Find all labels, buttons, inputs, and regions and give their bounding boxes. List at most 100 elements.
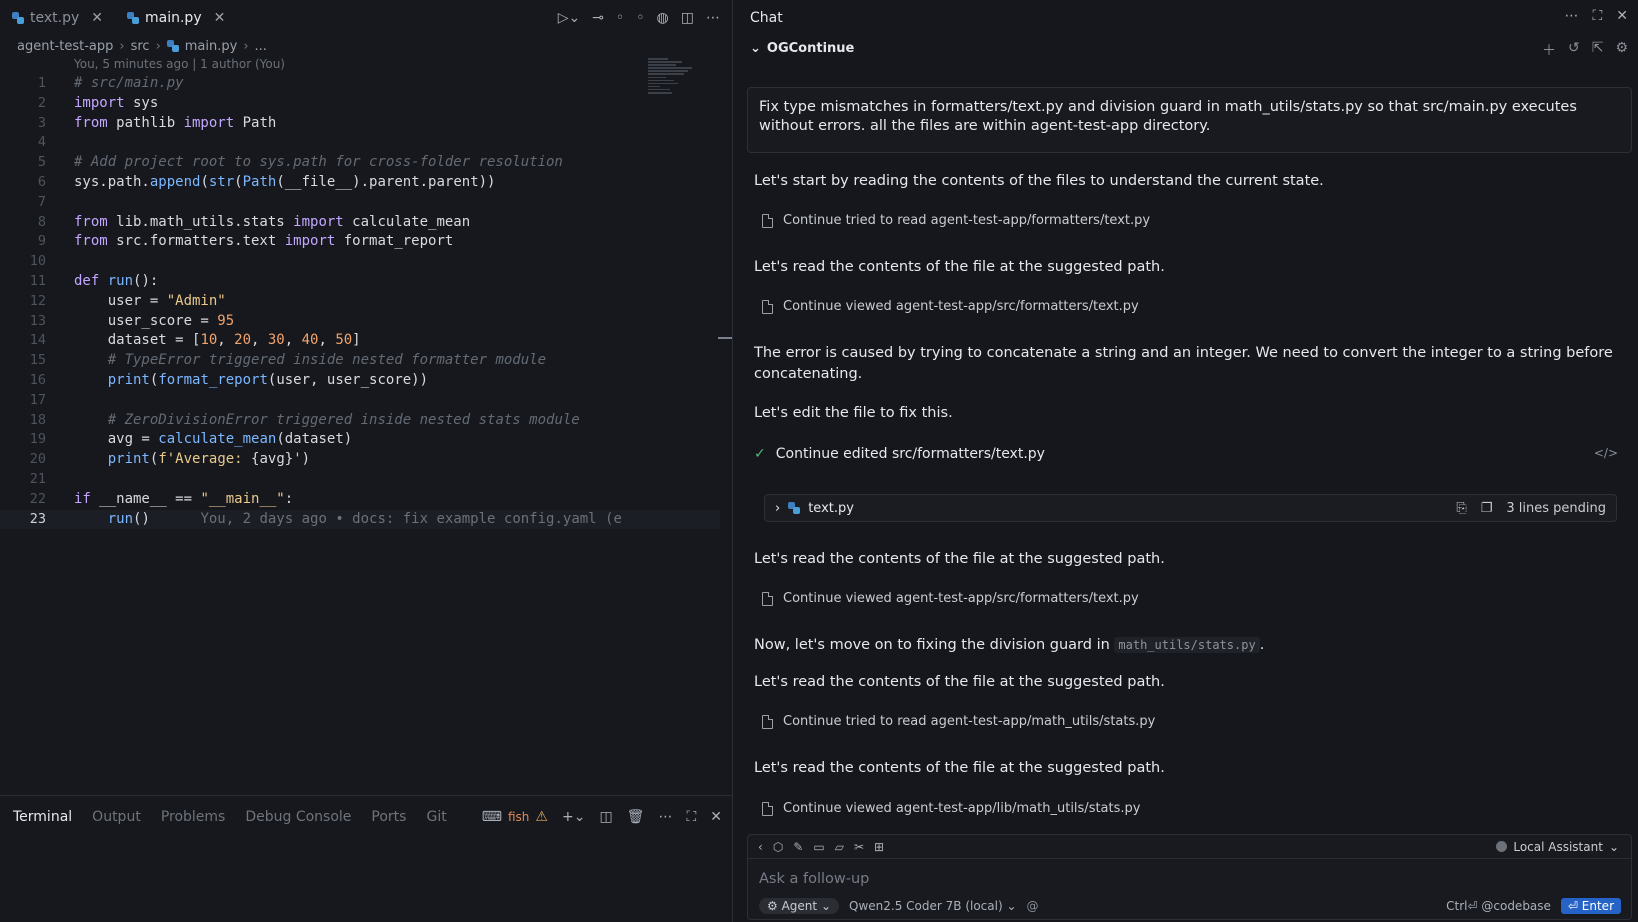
enter-button[interactable]: ⏎ Enter — [1560, 898, 1621, 914]
tool-call-item[interactable]: Continue tried to read agent-test-app/fo… — [762, 213, 1150, 228]
breadcrumb-item[interactable]: main.py — [185, 39, 238, 54]
chat-title: Chat — [750, 10, 783, 26]
add-terminal-icon[interactable]: +⌄ — [562, 809, 585, 825]
tool-call-label: Continue tried to read agent-test-app/ma… — [783, 714, 1156, 729]
message-text: . — [1259, 637, 1265, 653]
new-session-icon[interactable]: ＋ — [1542, 40, 1556, 60]
copy-icon[interactable]: ❐ — [1481, 501, 1493, 516]
git-prev-change-icon[interactable]: ◦ — [616, 10, 624, 26]
tools-icon[interactable]: ✂ — [854, 840, 864, 854]
tool-call-label: Continue viewed agent-test-app/src/forma… — [783, 299, 1139, 314]
session-header[interactable]: ⌄ OGContinue — [750, 41, 854, 56]
code-line: 2 import sys — [37, 94, 159, 111]
chevron-right-icon: › — [243, 38, 249, 54]
model-selector[interactable]: Qwen2.5 Coder 7B (local) ⌄ — [849, 899, 1017, 913]
tool-call-item[interactable]: Continue tried to read agent-test-app/ma… — [762, 714, 1155, 729]
maximize-panel-icon[interactable]: ⛶ — [686, 809, 696, 825]
code-line: 19 avg = calculate_mean(dataset) — [29, 431, 353, 448]
blame-icon[interactable]: ◍ — [657, 10, 669, 26]
code-view-icon[interactable]: </> — [1594, 446, 1618, 460]
code-line: 22 if __name__ == "__main__": — [29, 490, 294, 507]
model-label: Qwen2.5 Coder 7B (local) — [849, 899, 1003, 913]
code-area[interactable]: 1 # src/main.py 2 import sys 3 from pathlib… — [0, 74, 720, 530]
assistant-name: Local Assistant — [1513, 839, 1603, 854]
tool-call-item[interactable]: Continue viewed agent-test-app/src/forma… — [762, 591, 1139, 606]
edit-result[interactable]: ✓ Continue edited src/formatters/text.py — [754, 446, 1045, 462]
shell-label: fish — [507, 810, 530, 824]
pending-diff[interactable]: › text.py ⎘ ❐ 3 lines pending — [764, 494, 1617, 522]
close-panel-icon[interactable]: ✕ — [710, 809, 722, 825]
mode-selector[interactable]: ⚙ Agent ⌄ — [759, 898, 840, 914]
edit-result-label: Continue edited src/formatters/text.py — [775, 446, 1045, 462]
assistant-selector[interactable]: Local Assistant ⌄ — [1496, 840, 1619, 854]
chevron-down-icon: ⌄ — [1006, 899, 1017, 913]
grid-icon[interactable]: ⊞ — [874, 840, 884, 854]
close-icon[interactable]: ✕ — [214, 10, 226, 26]
open-in-editor-icon[interactable]: ⇱ — [1592, 40, 1604, 60]
trash-icon[interactable]: 🗑 — [627, 809, 645, 825]
tab-terminal[interactable]: Terminal — [3, 809, 82, 825]
codebase-hint[interactable]: Ctrl⏎ @codebase — [1446, 899, 1551, 913]
pending-count: 3 lines pending — [1506, 500, 1606, 516]
pencil-icon[interactable]: ✎ — [793, 840, 803, 854]
code-line: 20 print(f'Average: {avg}') — [29, 451, 311, 468]
code-line: 15 # TypeError triggered inside nested f… — [29, 352, 547, 369]
scrollbar-marker[interactable] — [718, 337, 732, 339]
breadcrumb-item[interactable]: agent-test-app — [17, 39, 113, 54]
chat-pane: Chat ⋯ ⛶ ✕ ⌄ OGContinue ＋ ↺ ⇱ ⚙ Fix type… — [740, 0, 1638, 922]
assistant-message: Let's read the contents of the file at t… — [754, 760, 1165, 776]
gear-icon[interactable]: ⚙ — [1615, 40, 1628, 60]
split-terminal-icon[interactable]: ◫ — [599, 809, 612, 825]
mode-label: Agent — [781, 899, 818, 913]
file-icon — [762, 591, 773, 606]
breadcrumb-item[interactable]: src — [131, 39, 150, 54]
file-icon — [762, 213, 773, 228]
mention-icon[interactable]: @ — [1027, 899, 1039, 913]
terminal-shell-selector[interactable]: ⌨ fish ⚠ — [482, 809, 548, 825]
run-icon[interactable]: ▷⌄ — [558, 10, 581, 26]
tab-git[interactable]: Git — [416, 809, 456, 825]
chevron-down-icon: ⌄ — [750, 41, 761, 56]
chevron-left-icon[interactable]: ‹ — [758, 840, 763, 854]
code-line: 5 # Add project root to sys.path for cros… — [37, 154, 563, 171]
tool-call-item[interactable]: Continue viewed agent-test-app/lib/math_… — [762, 801, 1140, 816]
terminal-icon: ⌨ — [481, 809, 502, 825]
python-file-icon — [127, 12, 139, 24]
tab-debug-console[interactable]: Debug Console — [235, 809, 361, 825]
chat-input[interactable]: Ask a follow-up — [759, 871, 869, 887]
assistant-message: Let's start by reading the contents of t… — [754, 173, 1324, 189]
git-next-change-icon[interactable]: ◦ — [636, 10, 644, 26]
split-editor-icon[interactable]: ◫ — [681, 10, 694, 26]
tab-problems[interactable]: Problems — [151, 809, 236, 825]
cube-icon[interactable]: ⬡ — [773, 840, 783, 854]
tab-ports[interactable]: Ports — [361, 809, 416, 825]
blame-header[interactable]: You, 5 minutes ago | 1 author (You) — [74, 57, 285, 71]
file-icon — [762, 801, 773, 816]
comment-icon[interactable]: ▱ — [835, 840, 844, 854]
tab-output[interactable]: Output — [82, 809, 151, 825]
git-commit-icon[interactable]: ⊸ — [592, 10, 604, 26]
close-icon[interactable]: ✕ — [91, 10, 103, 26]
breadcrumb: agent-test-app › src › main.py › ... — [0, 36, 732, 56]
close-icon[interactable]: ✕ — [1616, 8, 1628, 24]
code-line: 21 — [29, 470, 46, 487]
session-actions: ＋ ↺ ⇱ ⚙ — [1542, 40, 1628, 60]
book-icon[interactable]: ▭ — [813, 840, 824, 854]
assistant-icon — [1496, 841, 1508, 852]
tab-main-py[interactable]: main.py ✕ — [115, 0, 237, 36]
assistant-message: Let's edit the file to fix this. — [754, 405, 953, 421]
user-prompt[interactable]: Fix type mismatches in formatters/text.p… — [747, 87, 1632, 153]
code-line: 16 print(format_report(user, user_score)… — [29, 371, 429, 388]
chevron-right-icon[interactable]: › — [775, 501, 780, 516]
maximize-icon[interactable]: ⛶ — [1592, 8, 1602, 24]
more-icon[interactable]: ⋯ — [706, 10, 720, 26]
more-icon[interactable]: ⋯ — [658, 809, 672, 825]
tab-text-py[interactable]: text.py ✕ — [0, 0, 115, 36]
tool-call-item[interactable]: Continue viewed agent-test-app/src/forma… — [762, 299, 1139, 314]
more-icon[interactable]: ⋯ — [1564, 8, 1578, 24]
apply-icon[interactable]: ⎘ — [1456, 501, 1466, 516]
history-icon[interactable]: ↺ — [1568, 40, 1580, 60]
breadcrumb-item[interactable]: ... — [255, 39, 267, 54]
check-icon: ✓ — [754, 446, 766, 462]
assistant-message: Let's read the contents of the file at t… — [754, 674, 1165, 690]
